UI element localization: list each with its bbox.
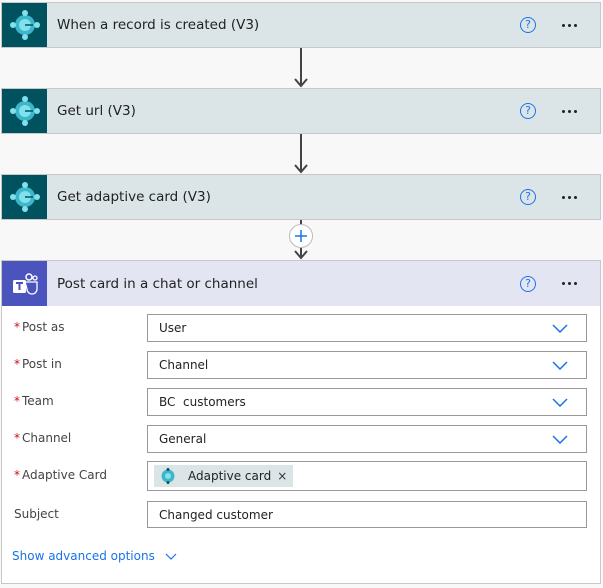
step-title: Get adaptive card (V3) <box>57 189 211 205</box>
help-icon[interactable]: ? <box>520 103 536 119</box>
post-as-dropdown[interactable]: User <box>147 314 587 342</box>
show-advanced-options-link[interactable]: Show advanced options <box>12 549 177 563</box>
flow-step-get-adaptive-card[interactable]: Get adaptive card (V3) ? <box>1 174 601 220</box>
field-label: * Post as <box>14 320 65 334</box>
teams-icon <box>2 261 47 306</box>
insert-step-button[interactable] <box>289 224 313 248</box>
field-label: Subject <box>14 507 59 521</box>
field-label: * Adaptive Card <box>14 468 107 482</box>
chevron-down-icon <box>552 435 568 444</box>
business-central-icon <box>2 3 47 47</box>
post-in-dropdown[interactable]: Channel <box>147 351 587 379</box>
more-options-icon[interactable] <box>562 195 586 199</box>
arrow-down-icon <box>294 250 308 260</box>
flow-step-get-url[interactable]: Get url (V3) ? <box>1 88 601 134</box>
chevron-down-icon <box>552 361 568 370</box>
help-icon[interactable]: ? <box>520 189 536 205</box>
field-label: * Team <box>14 394 54 408</box>
business-central-icon <box>161 468 175 484</box>
more-options-icon[interactable] <box>562 23 586 27</box>
more-options-icon[interactable] <box>562 282 586 285</box>
remove-token-icon[interactable]: × <box>277 469 287 483</box>
arrow-down-icon <box>294 164 308 174</box>
help-icon[interactable]: ? <box>520 17 536 33</box>
flow-canvas: When a record is created (V3) ? Get url … <box>0 0 603 588</box>
business-central-icon <box>2 89 47 133</box>
more-options-icon[interactable] <box>562 109 586 113</box>
action-card-post-card: Post card in a chat or channel ? * Post a… <box>1 260 601 584</box>
channel-dropdown[interactable]: General <box>147 425 587 453</box>
chevron-down-icon <box>552 324 568 333</box>
plus-icon <box>295 230 307 242</box>
adaptive-card-input[interactable]: Adaptive card × <box>147 461 587 491</box>
chevron-down-icon <box>165 553 177 560</box>
subject-input[interactable]: Changed customer <box>147 501 587 528</box>
action-card-header[interactable]: Post card in a chat or channel ? <box>2 261 600 306</box>
step-title: When a record is created (V3) <box>57 17 260 33</box>
action-title: Post card in a chat or channel <box>57 275 258 292</box>
business-central-icon <box>2 175 47 219</box>
step-title: Get url (V3) <box>57 103 136 119</box>
field-label: * Channel <box>14 431 72 445</box>
chevron-down-icon <box>552 398 568 407</box>
field-label: * Post in <box>14 357 62 371</box>
flow-step-trigger[interactable]: When a record is created (V3) ? <box>1 2 601 48</box>
arrow-down-icon <box>294 78 308 88</box>
team-dropdown[interactable]: BC customers <box>147 388 587 416</box>
help-icon[interactable]: ? <box>520 275 536 292</box>
dynamic-content-token[interactable]: Adaptive card × <box>154 465 294 487</box>
